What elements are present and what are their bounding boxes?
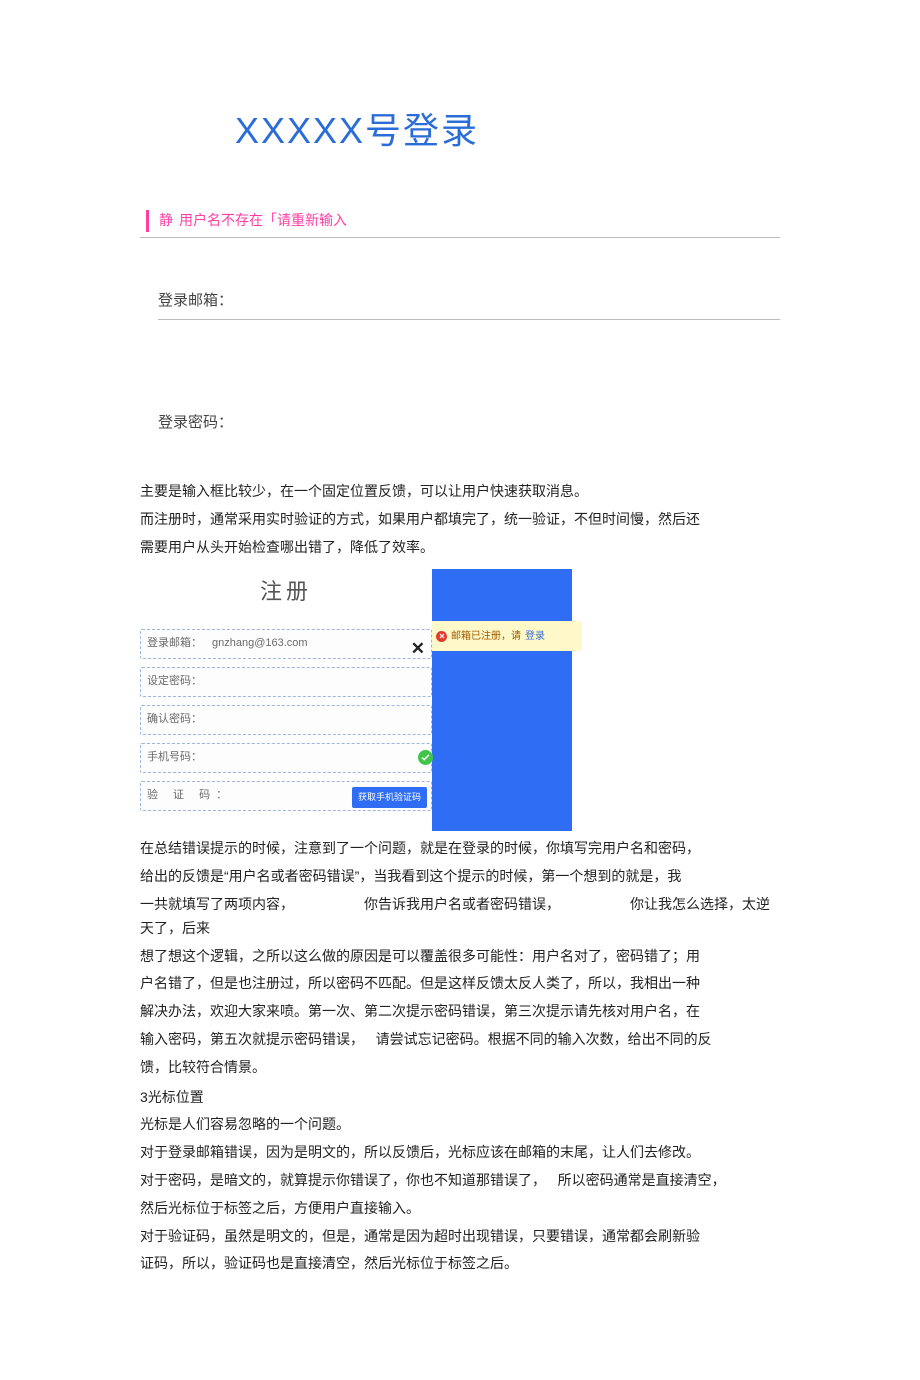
password-field-label: 登录密码：: [158, 410, 780, 442]
para1-l2: 而注册时，通常采用实时验证的方式，如果用户都填完了，统一验证，不但时间慢，然后还: [140, 508, 780, 532]
reg-verify-label: 验 证 码：: [147, 786, 233, 805]
error-bar: [146, 210, 149, 232]
sec3-l6: 证码，所以，验证码也是直接清空，然后光标位于标签之后。: [140, 1252, 780, 1276]
reg-confirmpwd-label: 确认密码：: [147, 710, 202, 729]
para2-l2: 给出的反馈是“用户名或者密码错误”，当我看到这个提示的时候，第一个想到的就是，我: [140, 865, 780, 889]
get-code-button[interactable]: 获取手机验证码: [352, 787, 427, 808]
para2-l8: 馈，比较符合情景。: [140, 1056, 780, 1080]
error-banner: 静 用户名不存在「请重新输入: [140, 209, 780, 238]
para2-l5: 户名错了，但是也注册过，所以密码不匹配。但是这样反馈太反人类了，所以，我相出一种: [140, 972, 780, 996]
para2-l6: 解决办法，欢迎大家来喷。第一次、第二次提示密码错误，第三次提示请先核对用户名，在: [140, 1000, 780, 1024]
para2-l7: 输入密码，第五次就提示密码错误， 请尝试忘记密码。根据不同的输入次数，给出不同的…: [140, 1028, 780, 1052]
email-field-label: 登录邮箱：: [158, 288, 780, 321]
close-icon[interactable]: ✕: [411, 635, 425, 664]
page-title: XXXXX号登录: [235, 100, 780, 161]
sec3-h: 3光标位置: [140, 1086, 780, 1110]
para1-l1: 主要是输入框比较少，在一个固定位置反馈，可以让用户快速获取消息。: [140, 480, 780, 504]
reg-setpwd-row[interactable]: 设定密码：: [140, 667, 432, 697]
sec3-l3: 对于密码，是暗文的，就算提示你错误了，你也不知道那错误了， 所以密码通常是直接清…: [140, 1169, 780, 1193]
check-icon: [418, 750, 433, 765]
reg-setpwd-label: 设定密码：: [147, 672, 202, 691]
para2-l3: 一共就填写了两项内容，你告诉我用户名或者密码错误，你让我怎么选择，太逆天了，后来: [140, 893, 780, 941]
sec3-l4: 然后光标位于标签之后，方便用户直接输入。: [140, 1197, 780, 1221]
reg-email-value: gnzhang@163.com: [212, 634, 308, 653]
reg-phone-row[interactable]: 手机号码：: [140, 743, 432, 773]
sec3-l2: 对于登录邮箱错误，因为是明文的，所以反馈后，光标应该在邮箱的末尾，让人们去修改。: [140, 1141, 780, 1165]
para2-l1: 在总结错误提示的时候，注意到了一个问题，就是在登录的时候，你填写完用户名和密码，: [140, 837, 780, 861]
register-title: 注册: [140, 569, 432, 628]
error-text: 用户名不存在「请重新输入: [179, 209, 347, 233]
error-icon: [436, 631, 447, 642]
blue-panel: [432, 569, 572, 831]
para1-l3: 需要用户从头开始检查哪出错了，降低了效率。: [140, 536, 780, 560]
warning-text: 邮箱已注册，请: [451, 628, 521, 645]
reg-email-label: 登录邮箱：: [147, 634, 202, 653]
reg-email-row[interactable]: 登录邮箱： gnzhang@163.com ✕: [140, 629, 432, 659]
reg-confirmpwd-row[interactable]: 确认密码：: [140, 705, 432, 735]
warning-login-link[interactable]: 登录: [525, 628, 545, 645]
sec3-l5: 对于验证码，虽然是明文的，但是，通常是因为超时出现错误，只要错误，通常都会刷新验: [140, 1225, 780, 1249]
embedded-screenshot: 注册 登录邮箱： gnzhang@163.com ✕ 设定密码： 确认密码： 手…: [140, 569, 780, 831]
sec3-l1: 光标是人们容易忽略的一个问题。: [140, 1113, 780, 1137]
para2-l4: 想了想这个逻辑，之所以这么做的原因是可以覆盖很多可能性：用户名对了，密码错了；用: [140, 945, 780, 969]
reg-verify-row[interactable]: 验 证 码： 获取手机验证码: [140, 781, 432, 811]
email-registered-warning: 邮箱已注册，请 登录: [432, 621, 582, 651]
reg-phone-label: 手机号码：: [147, 748, 202, 767]
error-prefix: 静: [159, 209, 173, 233]
